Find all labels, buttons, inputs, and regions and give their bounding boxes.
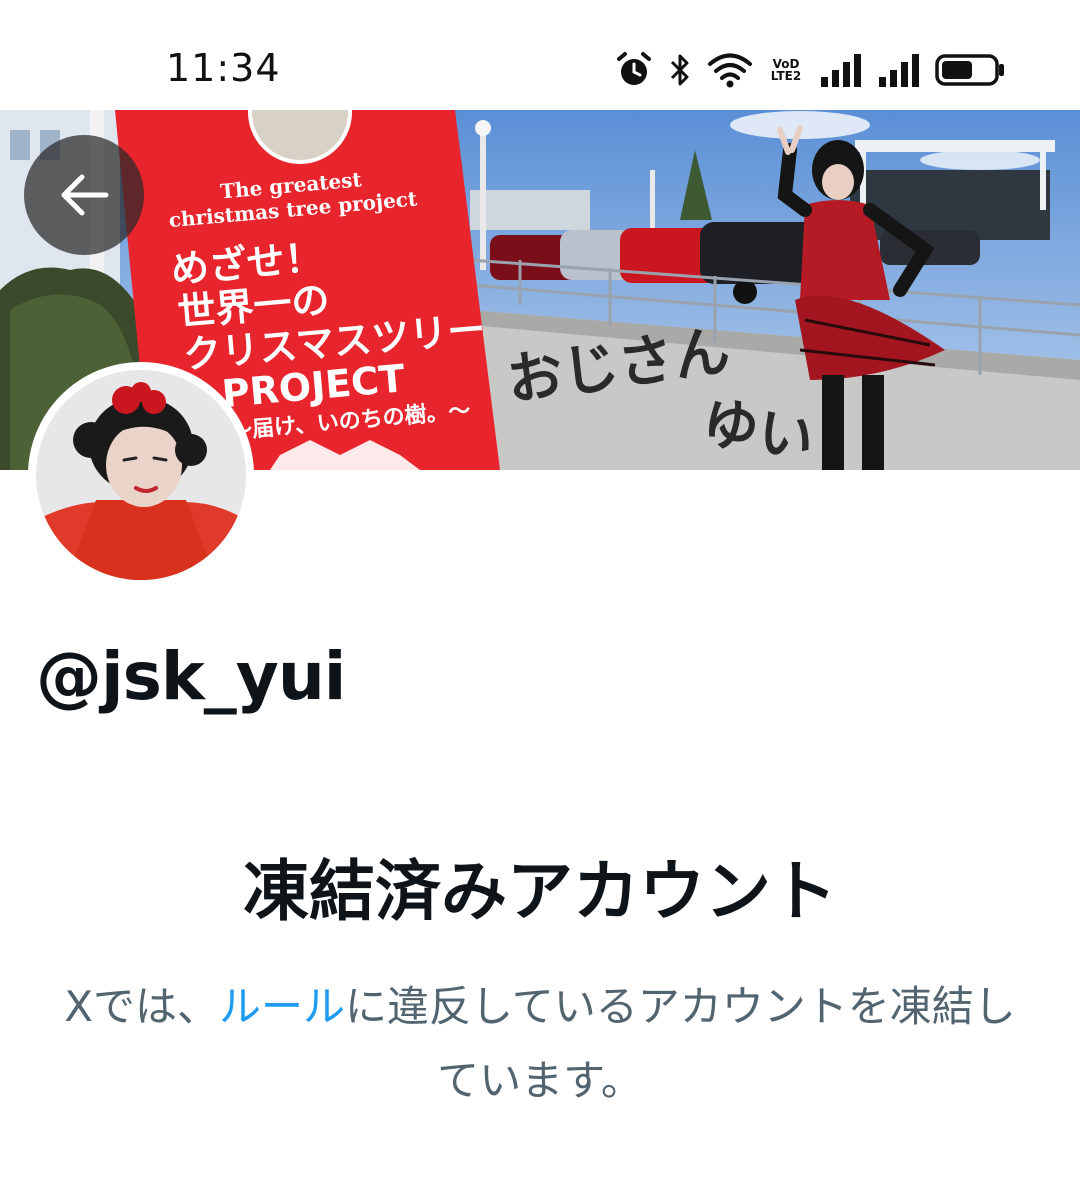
desc-suffix: に違反しているアカウントを凍結しています。: [345, 982, 1016, 1105]
bluetooth-icon: [670, 54, 689, 86]
battery-icon: [935, 54, 1004, 86]
signal-icon: [879, 54, 919, 87]
signal-icon: [821, 54, 861, 87]
back-button[interactable]: [24, 135, 144, 255]
suspended-title: 凍結済みアカウント: [243, 853, 837, 930]
profile-handle: @jsk_yui: [36, 638, 346, 715]
arrow-left-icon: [61, 174, 109, 216]
status-bar: 11:34 VoD LTE2: [0, 0, 1080, 110]
profile-avatar[interactable]: [28, 362, 254, 588]
suspended-profile-screen: 11:34 VoD LTE2 おじさん ゆい The greatest chri…: [0, 0, 1080, 1183]
wifi-icon: [708, 53, 752, 88]
volte-icon: VoD LTE2: [767, 58, 805, 82]
alarm-icon: [617, 52, 651, 85]
desc-prefix: Xでは、: [64, 982, 219, 1031]
suspended-description: Xでは、ルールに違反しているアカウントを凍結しています。: [60, 970, 1020, 1118]
rules-link[interactable]: ルール: [219, 982, 345, 1031]
status-icons: VoD LTE2: [615, 48, 1005, 92]
lte-label: LTE2: [770, 69, 802, 83]
status-time: 11:34: [166, 46, 281, 90]
